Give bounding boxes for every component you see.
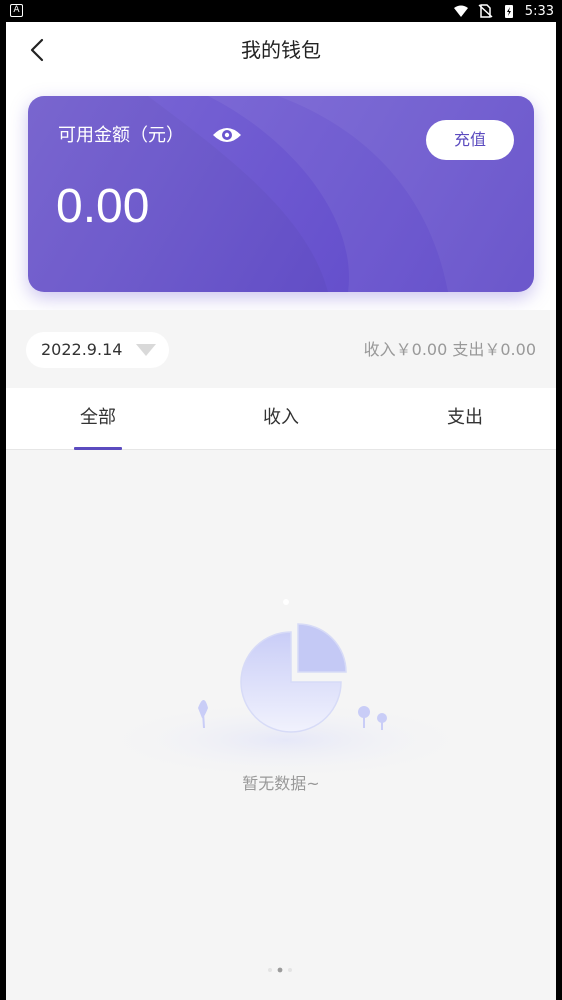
wifi-icon [453,5,468,17]
date-text: 2022.9.14 [41,340,123,359]
header: 我的钱包 [6,22,556,78]
income-expense-summary: 收入￥0.00 支出￥0.00 [363,340,536,359]
tab-expense-label: 支出 [447,407,483,428]
page-indicator [268,967,292,973]
wallet-card-area: 可用金额（元） 充值 0.00 [6,78,556,310]
status-time: 5:33 [524,3,554,19]
balance-value: 0.00 [56,180,150,233]
tab-expense[interactable]: 支出 [405,388,525,450]
page-title: 我的钱包 [241,38,321,62]
recharge-button[interactable]: 充值 [426,120,514,160]
filter-bar: 2022.9.14 收入￥0.00 支出￥0.00 [6,310,556,388]
transaction-tabs: 全部 收入 支出 [6,388,556,450]
tab-all-label: 全部 [80,407,116,428]
notification-app-icon: A [10,4,23,17]
triangle-down-icon [136,344,156,356]
balance-label: 可用金额（元） [58,125,184,146]
phone-screen: A 5:33 我的钱包 可用金额（元） 充值 0.00 2022.9.14 收入… [0,0,562,1000]
wallet-page: 我的钱包 可用金额（元） 充值 0.00 2022.9.14 收入￥0.00 支… [6,22,556,1000]
no-sim-icon [478,4,493,18]
back-arrow-icon[interactable] [24,36,52,64]
tab-income-label: 收入 [263,407,299,428]
status-icons: 5:33 [453,2,554,20]
tab-income[interactable]: 收入 [221,388,341,450]
battery-charging-icon [504,5,513,18]
transaction-list[interactable]: 暂无数据~ [6,450,556,1000]
empty-chart-illustration [96,599,476,780]
eye-icon[interactable] [212,124,242,146]
tab-all[interactable]: 全部 [38,388,158,450]
wallet-card: 可用金额（元） 充值 0.00 [28,96,534,292]
date-picker[interactable]: 2022.9.14 [26,332,169,368]
status-bar: A 5:33 [0,0,562,22]
empty-state-text: 暂无数据~ [242,774,320,793]
